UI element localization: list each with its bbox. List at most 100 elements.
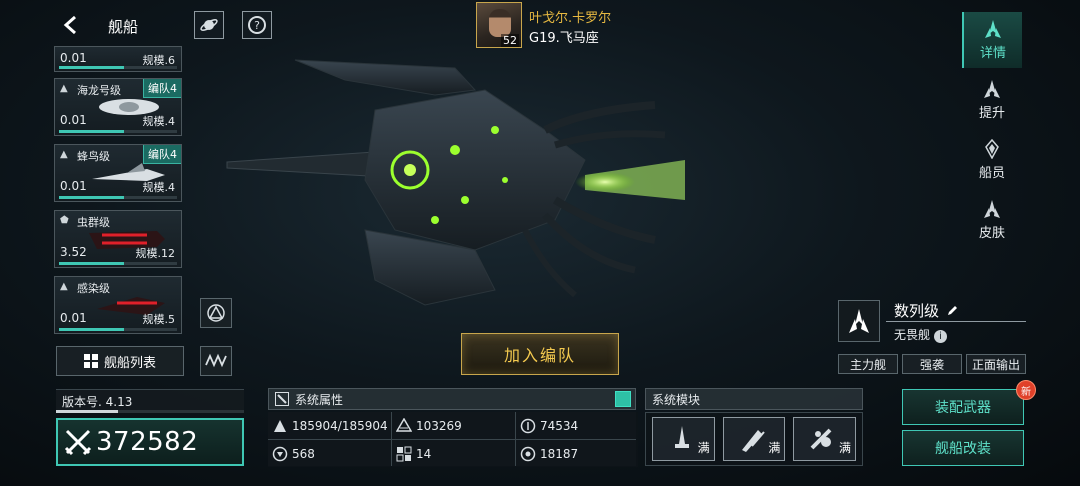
attr-armor: 103269 (392, 412, 515, 439)
formation-button[interactable] (200, 298, 232, 328)
system-modules-panel: 系统模块 满 满 满 (645, 388, 863, 466)
grid-icon (83, 354, 98, 368)
equip-weapons-button[interactable]: 装配武器 (902, 389, 1024, 425)
armor-icon (396, 417, 412, 432)
modules-header: 系统模块 (645, 388, 863, 410)
attr-value: 185904/185904 (292, 418, 388, 433)
back-button[interactable] (56, 12, 86, 38)
fleet-card[interactable]: 0.01 规模.6 (54, 46, 182, 72)
role-tag: 正面输出 (966, 354, 1026, 374)
fleet-card[interactable]: ▲ 海龙号级 编队4 0.01 规模.4 (54, 78, 182, 136)
drone-icon (810, 428, 832, 450)
version-progress (56, 410, 244, 413)
role-tag: 主力舰 (838, 354, 898, 374)
attr-speed: 568 (268, 440, 391, 467)
ship-class-name: 数列级 (894, 300, 959, 321)
info-icon[interactable]: i (934, 330, 948, 343)
commander-level: 52 (501, 34, 519, 47)
fleet-stats-button[interactable] (200, 346, 232, 376)
module-status: 满 (839, 441, 852, 455)
tab-crew[interactable]: 船员 (962, 132, 1022, 188)
shield-icon (520, 418, 536, 433)
fleet-card[interactable]: ⬟ 虫群级 3.52 规模.12 (54, 210, 182, 268)
module-missile[interactable]: 满 (722, 417, 786, 461)
fleet-progress (59, 130, 177, 133)
fleet-value: 0.01 (60, 113, 87, 127)
attr-evasion: 14 (392, 440, 515, 467)
version-label: 版本号. 4.13 (56, 389, 244, 411)
attr-target: 18187 (516, 440, 638, 467)
wave-icon (205, 353, 227, 368)
fleet-type-icon: ▲ (60, 83, 68, 94)
commander-name: 叶戈尔.卡罗尔 (529, 11, 612, 26)
edit-pencil-icon[interactable] (947, 304, 959, 316)
attributes-grid: 185904/185904 103269 74534 568 14 18187 (268, 412, 638, 467)
planet-button[interactable] (194, 11, 224, 39)
attr-shield: 74534 (516, 412, 638, 439)
tab-label: 船员 (978, 166, 1005, 181)
role-tag: 强袭 (902, 354, 962, 374)
svg-text:?: ? (254, 19, 260, 32)
modules-grid: 满 满 满 (645, 412, 863, 466)
fleet-card[interactable]: ▲ 蜂鸟级 编队4 0.01 规模.4 (54, 144, 182, 202)
attr-value: 103269 (416, 418, 462, 433)
ship-model-image (226, 59, 685, 306)
help-button[interactable]: ? (242, 11, 272, 39)
fleet-type-icon: ▲ (60, 149, 68, 160)
ship-details-icon (985, 20, 1001, 38)
crossed-swords-icon (64, 429, 92, 456)
cannon-icon (675, 426, 689, 448)
power-display: 372582 (56, 418, 244, 466)
attributes-title: 系统属性 (295, 392, 344, 407)
module-status: 满 (768, 441, 781, 455)
tab-label: 详情 (979, 46, 1006, 61)
fleet-value: 3.52 (60, 245, 87, 259)
ship-modify-button[interactable]: 舰船改装 (902, 430, 1024, 466)
system-attributes-panel: 系统属性 185904/185904 103269 74534 568 14 1… (268, 388, 638, 467)
fleet-progress (59, 196, 177, 199)
module-cannon[interactable]: 满 (652, 417, 715, 461)
ship-list-button[interactable]: 舰船列表 (56, 346, 184, 376)
skin-icon (984, 200, 1000, 218)
ship-type-label: 无畏舰 (894, 328, 931, 342)
fleet-scale: 规模.4 (142, 115, 176, 128)
fleet-value: 0.01 (60, 311, 87, 325)
tab-label: 皮肤 (978, 226, 1005, 241)
fleet-progress (59, 262, 177, 265)
attributes-header: 系统属性 (268, 388, 636, 410)
tab-label: 提升 (978, 106, 1005, 121)
upgrade-icon (984, 80, 1000, 98)
commander-avatar[interactable]: 52 (476, 2, 522, 48)
target-icon (520, 446, 536, 461)
ship-type: 无畏舰 i (894, 326, 948, 343)
fleet-scale: 规模.12 (135, 247, 176, 260)
join-fleet-button[interactable]: 加入编队 (461, 333, 619, 375)
ship-class-icon-box (838, 300, 880, 342)
speed-icon (272, 446, 288, 461)
module-drone[interactable]: 满 (793, 417, 857, 461)
location-label: G19.飞马座 (529, 31, 599, 46)
module-status: 满 (697, 441, 710, 455)
new-badge: 新 (1016, 380, 1036, 400)
divider (886, 321, 1026, 322)
fleet-card[interactable]: ▲ 感染级 0.01 规模.5 (54, 276, 182, 334)
attr-value: 74534 (540, 418, 579, 433)
tab-upgrade[interactable]: 提升 (962, 72, 1022, 128)
crew-icon (985, 139, 999, 159)
missile-icon (741, 430, 765, 452)
avatar (489, 9, 511, 37)
question-icon: ? (248, 16, 266, 34)
fleet-scale: 规模.5 (142, 313, 176, 326)
attributes-toggle[interactable] (615, 391, 631, 407)
evasion-icon (396, 446, 412, 461)
tab-details[interactable]: 详情 (962, 12, 1022, 68)
fleet-type-icon: ▲ (60, 281, 68, 292)
tab-skins[interactable]: 皮肤 (962, 192, 1022, 248)
fleet-value: 0.01 (60, 179, 87, 193)
fleet-progress (59, 328, 177, 331)
shield-type-icon: ⬟ (60, 215, 69, 226)
page-title: 舰船 (108, 18, 139, 36)
triangle-formation-icon (207, 304, 225, 322)
back-arrow-icon (63, 15, 76, 35)
fleet-value: 0.01 (60, 51, 87, 65)
